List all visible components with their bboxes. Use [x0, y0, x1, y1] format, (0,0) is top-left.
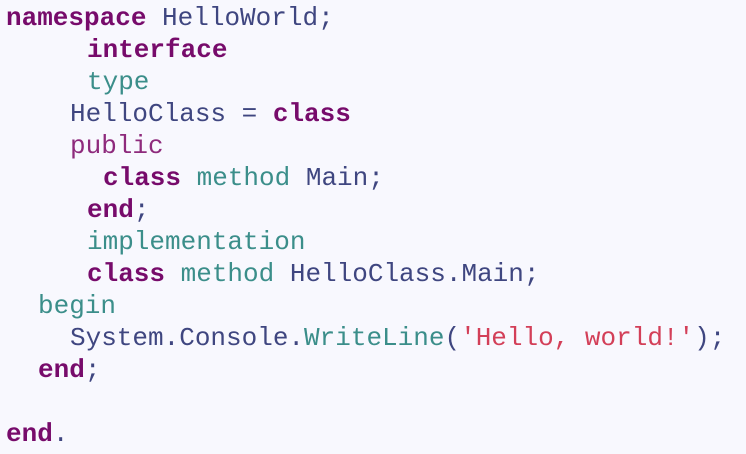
method-name: Main; — [290, 163, 384, 193]
code-line-end-namespace: end. — [6, 418, 68, 450]
keyword-class: class — [87, 259, 166, 289]
code-line-writeline: System.Console.WriteLine('Hello, world!'… — [70, 322, 725, 354]
code-editor: namespace HelloWorld; interface type Hel… — [0, 0, 746, 454]
code-line-type: type — [87, 66, 149, 98]
code-line-implementation: implementation — [87, 226, 305, 258]
code-line-method-decl: class method Main; — [103, 162, 384, 194]
keyword-end: end — [38, 355, 85, 385]
keyword-method: method — [181, 163, 291, 193]
keyword-public: public — [70, 131, 164, 161]
qualified-method-name: HelloClass.Main; — [274, 259, 540, 289]
code-line-end-method: end; — [38, 354, 100, 386]
keyword-begin: begin — [38, 291, 117, 321]
keyword-namespace: namespace — [6, 3, 147, 33]
code-line-begin: begin — [38, 290, 116, 322]
string-literal: 'Hello, world!' — [460, 323, 695, 353]
code-line-public: public — [70, 130, 164, 162]
semicolon: ; — [84, 355, 101, 385]
keyword-class: class — [103, 163, 182, 193]
keyword-class: class — [272, 99, 351, 129]
console-object: System.Console. — [70, 323, 305, 353]
class-name: HelloClass — [70, 99, 227, 129]
keyword-interface: interface — [87, 35, 228, 65]
assign-operator: = — [226, 99, 273, 129]
code-line-method-impl: class method HelloClass.Main; — [87, 258, 539, 290]
writeline-function: WriteLine — [304, 323, 445, 353]
keyword-implementation: implementation — [87, 227, 306, 257]
open-paren: ( — [444, 323, 461, 353]
close-paren: ); — [694, 323, 726, 353]
keyword-end: end — [6, 419, 53, 449]
namespace-name: HelloWorld; — [146, 3, 334, 33]
keyword-type: type — [87, 67, 150, 97]
semicolon: ; — [133, 195, 150, 225]
code-line-end-class: end; — [87, 194, 149, 226]
keyword-end: end — [87, 195, 134, 225]
code-line-interface: interface — [87, 34, 227, 66]
keyword-method: method — [165, 259, 275, 289]
code-line-namespace: namespace HelloWorld; — [6, 2, 334, 34]
period: . — [52, 419, 69, 449]
code-line-class-decl: HelloClass = class — [70, 98, 351, 130]
